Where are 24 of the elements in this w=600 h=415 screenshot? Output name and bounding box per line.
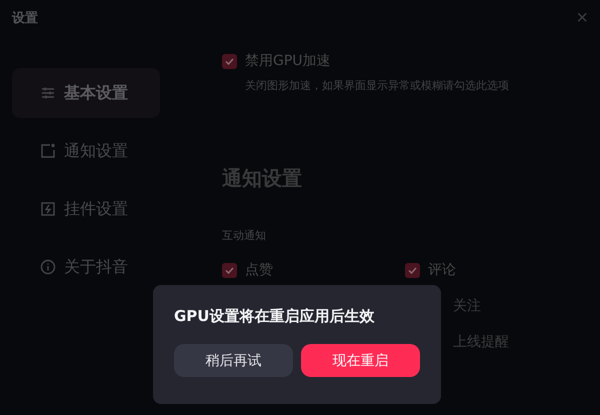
close-button[interactable]: × [576,8,588,28]
checkbox[interactable] [222,54,237,68]
group-label: 互动通知 [222,228,267,243]
checkmark-icon [408,266,417,274]
checkbox[interactable] [222,262,237,278]
later-button[interactable]: 稍后再试 [174,344,293,377]
option-label: 禁用GPU加速 [245,52,331,70]
bolt-icon [40,201,56,217]
sidebar-item[interactable]: 挂件设置 [12,184,160,234]
checkbox[interactable] [405,262,420,278]
option-description: 关闭图形加速，如果界面显示异常或模糊请勾选此选项 [245,78,510,93]
option-label: 评论 [428,261,456,279]
dialog-message: GPU设置将在重启应用后生效 [174,307,376,326]
info-icon [40,259,56,275]
checkmark-icon [225,266,234,274]
sidebar-item[interactable]: 通知设置 [12,126,160,176]
sidebar-item[interactable]: 关于抖音 [12,242,160,292]
option-label: 点赞 [245,261,273,279]
sliders-icon [40,85,56,101]
sidebar-item[interactable]: 基本设置 [12,68,160,118]
checkmark-icon [225,58,234,64]
restart-button[interactable]: 现在重启 [301,344,420,377]
window-title: 设置 [12,10,38,27]
square-icon [40,143,56,159]
